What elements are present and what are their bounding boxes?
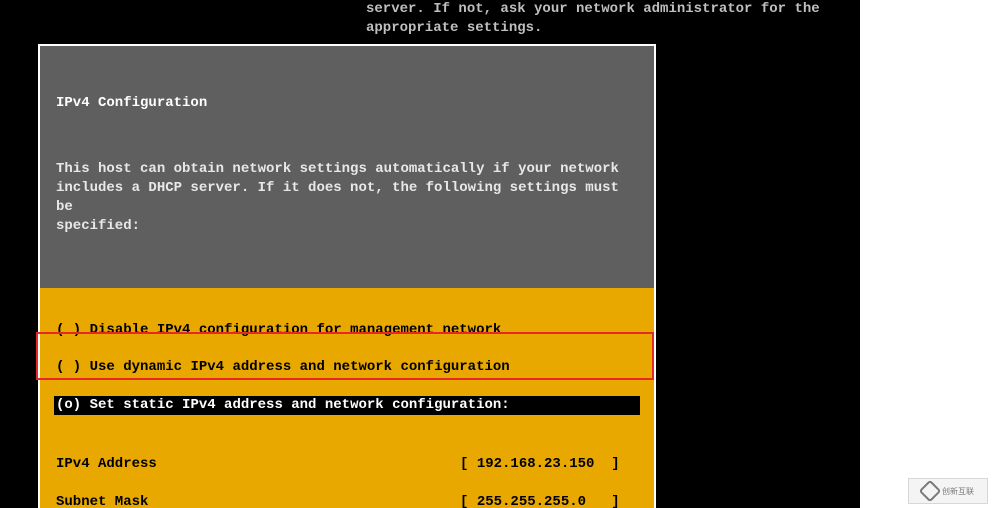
watermark: 创新互联 <box>908 478 988 504</box>
ipv4-address-input[interactable]: 192.168.23.150 <box>477 455 595 474</box>
subnet-mask-input[interactable]: 255.255.255.0 <box>477 493 586 508</box>
dialog-title: IPv4 Configuration <box>56 94 638 113</box>
bg-line2: appropriate settings. <box>366 20 542 36</box>
option-static-ipv4[interactable]: (o) Set static IPv4 address and network … <box>54 396 640 415</box>
field-subnet-mask[interactable]: Subnet Mask[ 255.255.255.0 ] <box>56 493 638 508</box>
static-fields: IPv4 Address[ 192.168.23.150 ] Subnet Ma… <box>56 436 638 508</box>
dialog-description: This host can obtain network settings au… <box>56 160 638 236</box>
watermark-icon <box>919 480 942 503</box>
console-screen: server. If not, ask your network adminis… <box>0 0 860 508</box>
bg-line1: server. If not, ask your network adminis… <box>366 1 820 17</box>
dialog-body: ( ) Disable IPv4 configuration for manag… <box>40 288 654 508</box>
page-margin: 创新互联 <box>860 0 992 508</box>
watermark-text: 创新互联 <box>942 486 974 497</box>
background-text: server. If not, ask your network adminis… <box>0 0 860 46</box>
field-ipv4-address[interactable]: IPv4 Address[ 192.168.23.150 ] <box>56 455 638 474</box>
dialog-header: IPv4 Configuration This host can obtain … <box>40 46 654 288</box>
option-dynamic-ipv4[interactable]: ( ) Use dynamic IPv4 address and network… <box>56 358 638 377</box>
option-disable-ipv4[interactable]: ( ) Disable IPv4 configuration for manag… <box>56 321 638 340</box>
ipv4-config-dialog: IPv4 Configuration This host can obtain … <box>38 44 656 508</box>
